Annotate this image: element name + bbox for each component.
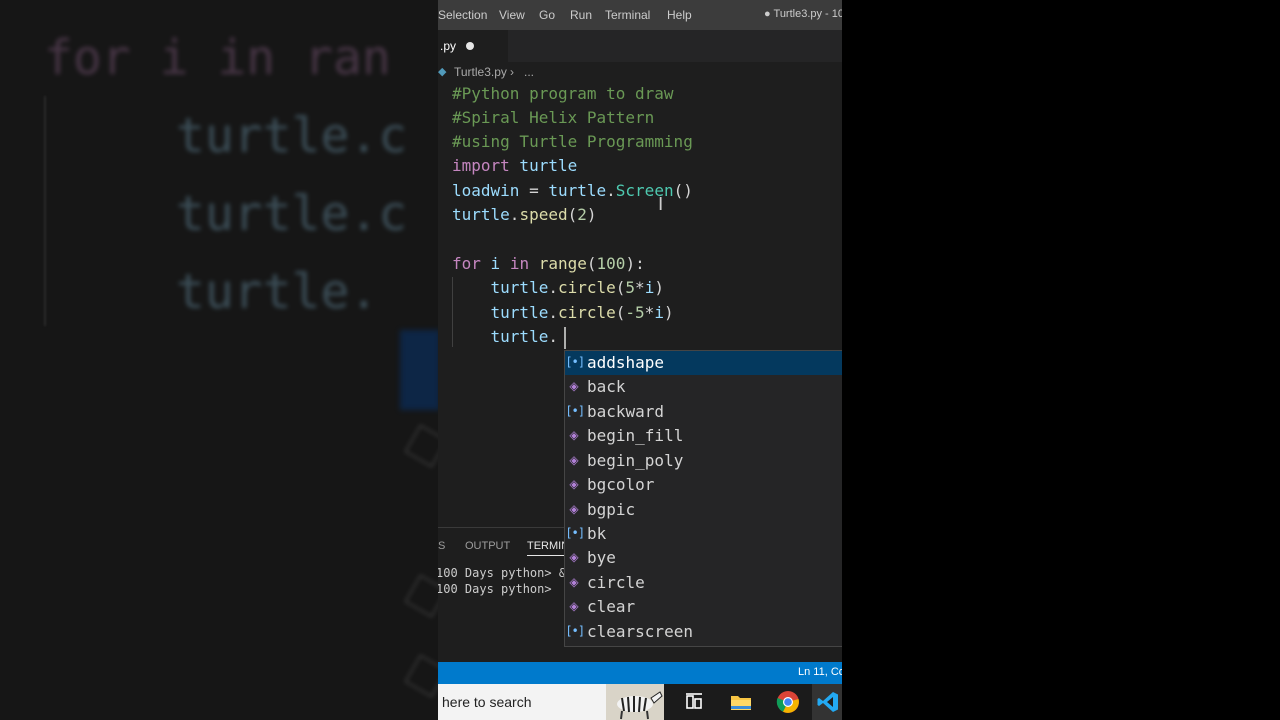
vscode-window: Selection View Go Run Terminal Help ● Tu… [438, 0, 842, 720]
task-view-icon[interactable] [682, 690, 706, 714]
window-title: ● Turtle3.py - 10 [764, 8, 842, 20]
vscode-taskbar-button[interactable] [812, 684, 842, 720]
method-cube-icon: ◈ [569, 575, 579, 589]
blurred-cube-icon [404, 424, 438, 468]
method-cube-icon: ◈ [569, 428, 579, 442]
python-file-icon: ◆ [438, 66, 447, 78]
mouse-ibeam-icon: I [658, 194, 664, 215]
blurred-cube-icon [404, 654, 438, 698]
variable-icon: [•] [567, 355, 584, 369]
menu-help[interactable]: Help [667, 8, 692, 22]
tab-terminal[interactable]: TERMIN [527, 540, 570, 556]
method-cube-icon: ◈ [569, 453, 579, 467]
code-line: turtle.circle(-5*i) [452, 303, 674, 322]
code-line: turtle. [452, 327, 558, 346]
suggestion-bye[interactable]: ◈ bye [565, 546, 842, 570]
menu-run[interactable]: Run [570, 8, 592, 22]
windows-taskbar: here to search [438, 684, 842, 720]
blurred-background-left: for i in ran turtle.c turtle.c turtle. [0, 0, 438, 720]
taskbar-search-box[interactable]: here to search [438, 684, 608, 720]
terminal-line: 100 Days python> & [438, 566, 567, 580]
cursor-position[interactable]: Ln 11, Co [798, 666, 842, 678]
code-line: for i in range(100): [452, 254, 645, 273]
menu-selection[interactable]: Selection [438, 8, 487, 22]
blurred-code-line: turtle.c [176, 108, 408, 164]
tab-output[interactable]: OUTPUT [465, 540, 510, 552]
code-line: #using Turtle Programming [452, 132, 693, 151]
breadcrumb-file[interactable]: Turtle3.py [454, 65, 507, 79]
menu-go[interactable]: Go [539, 8, 555, 22]
tab-label: .py [440, 39, 457, 53]
blurred-code-line: turtle. [176, 264, 379, 320]
method-cube-icon: ◈ [569, 550, 579, 564]
suggestion-circle[interactable]: ◈ circle [565, 571, 842, 595]
suggestion-begin-poly[interactable]: ◈ begin_poly [565, 449, 842, 473]
indent-guide [452, 277, 453, 347]
variable-icon: [•] [567, 624, 584, 638]
method-cube-icon: ◈ [569, 477, 579, 491]
black-background-right [842, 0, 1280, 720]
code-line: import turtle [452, 156, 578, 175]
menu-bar: Selection View Go Run Terminal Help ● Tu… [438, 0, 842, 30]
menu-view[interactable]: View [499, 8, 525, 22]
method-cube-icon: ◈ [569, 379, 579, 393]
status-bar: Ln 11, Co [438, 662, 842, 684]
suggestion-backward[interactable]: [•] backward [565, 400, 842, 424]
autocomplete-suggestions: [•] addshape ◈ back [•] backward ◈ begin_fil… [564, 350, 842, 647]
tab-turtle3[interactable]: .py [438, 30, 508, 62]
breadcrumb-more[interactable]: ... [524, 65, 534, 79]
suggestion-bgpic[interactable]: ◈ bgpic [565, 498, 842, 522]
suggestion-bk[interactable]: [•] bk [565, 522, 842, 546]
blurred-cube-icon [404, 574, 438, 618]
breadcrumb: ◆ Turtle3.py › ... [438, 62, 842, 82]
code-line: #Python program to draw [452, 84, 674, 103]
blurred-code-line: turtle.c [176, 186, 408, 242]
code-line: turtle.circle(5*i) [452, 278, 664, 297]
tab-problems[interactable]: S [438, 540, 445, 552]
code-line: turtle.speed(2) [452, 205, 597, 224]
text-cursor [564, 327, 566, 349]
chrome-icon[interactable] [776, 690, 800, 714]
blurred-code-line: for i in ran [44, 30, 391, 86]
suggestion-addshape[interactable]: [•] addshape [565, 351, 842, 375]
blurred-indent-guide [44, 96, 46, 326]
file-explorer-icon[interactable] [729, 690, 753, 714]
variable-icon: [•] [567, 526, 584, 540]
unsaved-dot-icon[interactable] [466, 42, 474, 50]
vscode-icon [817, 692, 838, 712]
suggestion-clearscreen[interactable]: [•] clearscreen [565, 620, 842, 644]
zebra-search-highlight-icon [606, 684, 664, 720]
search-placeholder: here to search [442, 694, 532, 710]
breadcrumb-separator: › [510, 65, 514, 79]
blurred-suggestion-highlight [400, 330, 438, 410]
suggestion-begin-fill[interactable]: ◈ begin_fill [565, 424, 842, 448]
terminal-line: 100 Days python> [438, 582, 559, 596]
method-cube-icon: ◈ [569, 502, 579, 516]
suggestion-bgcolor[interactable]: ◈ bgcolor [565, 473, 842, 497]
method-cube-icon: ◈ [569, 599, 579, 613]
code-line: loadwin = turtle.Screen() [452, 181, 693, 200]
menu-terminal[interactable]: Terminal [605, 8, 650, 22]
variable-icon: [•] [567, 404, 584, 418]
suggestion-clear[interactable]: ◈ clear [565, 595, 842, 619]
editor-tab-bar: .py [438, 30, 842, 62]
suggestion-back[interactable]: ◈ back [565, 375, 842, 399]
code-line: #Spiral Helix Pattern [452, 108, 655, 127]
